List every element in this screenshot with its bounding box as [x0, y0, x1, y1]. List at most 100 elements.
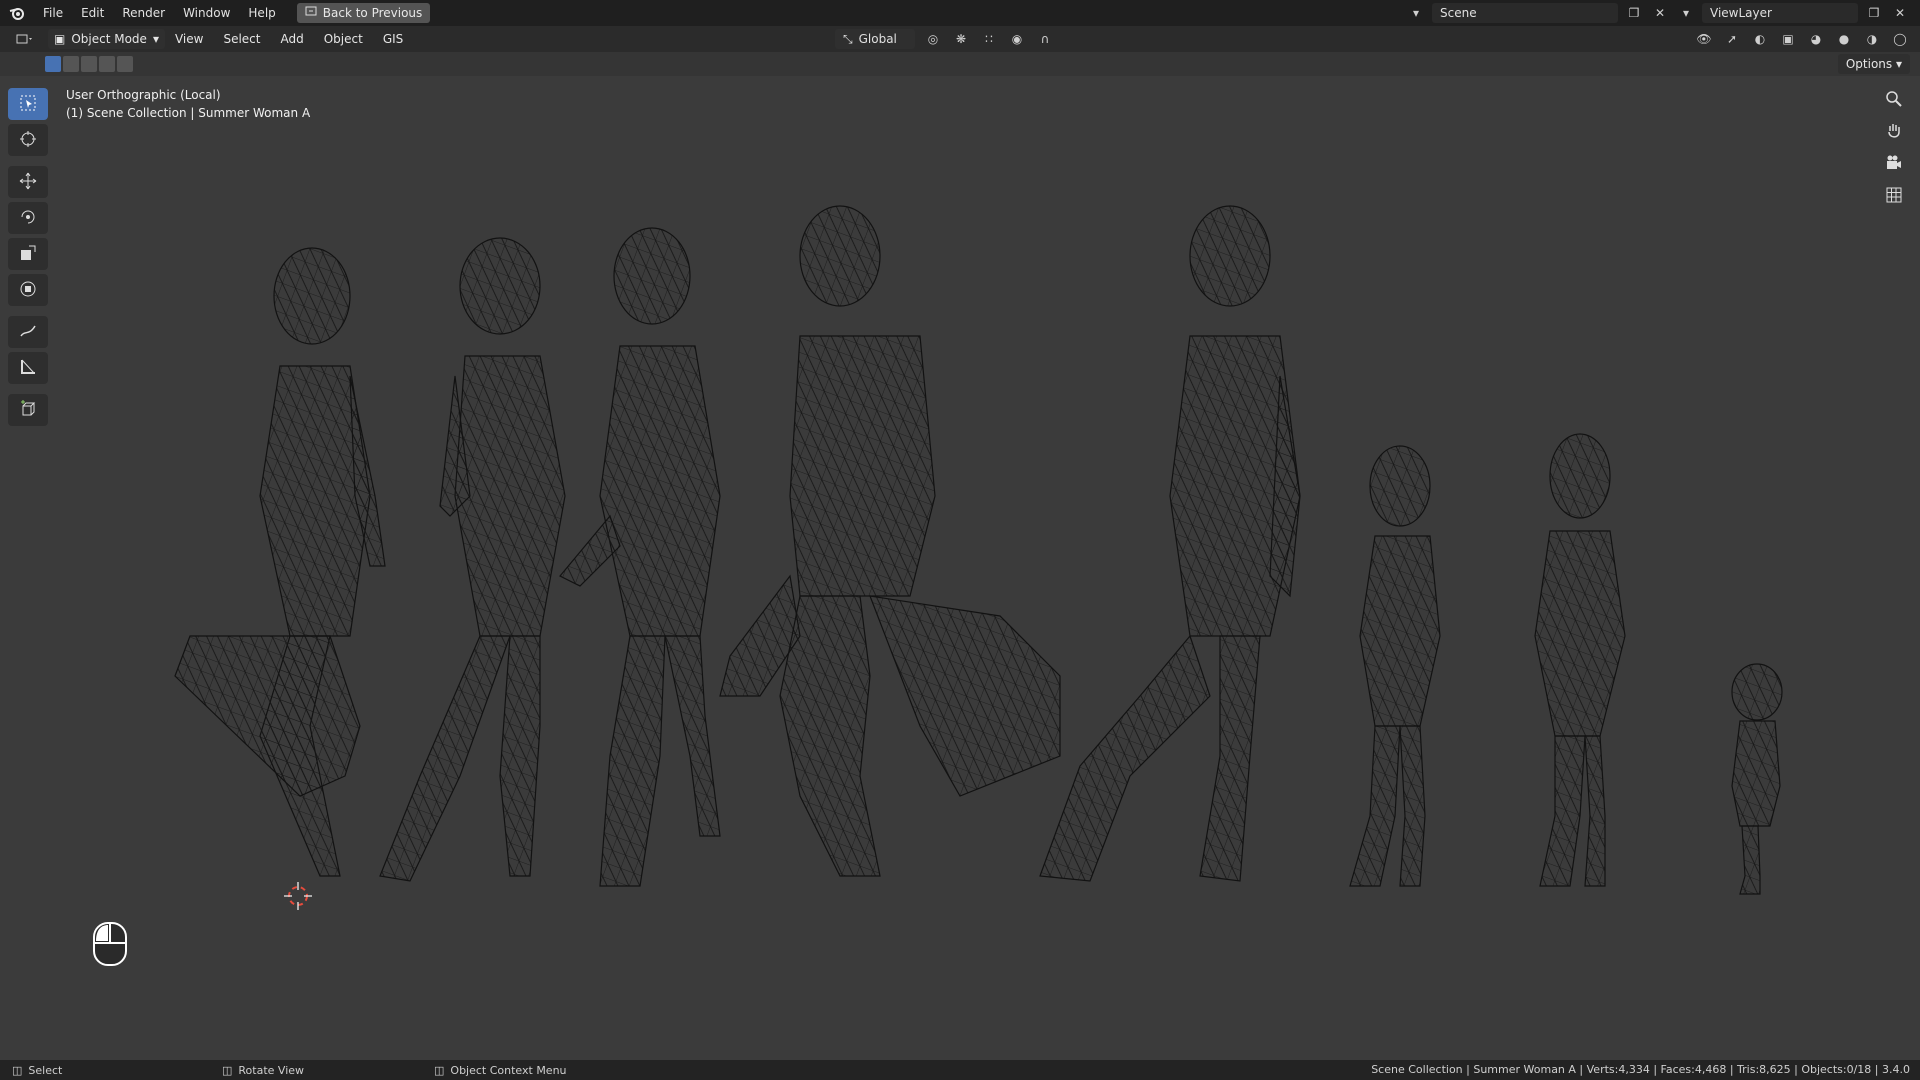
grid-icon[interactable] [1880, 182, 1908, 208]
annotate-tool[interactable] [8, 316, 48, 348]
crosshair-icon [19, 130, 37, 151]
menu-object[interactable]: Object [314, 32, 373, 46]
scale-icon [19, 244, 37, 265]
viewlayer-new-icon[interactable]: ❐ [1864, 3, 1884, 23]
proportional-editing-icon[interactable]: ◉ [1007, 29, 1027, 49]
menu-file[interactable]: File [34, 0, 72, 26]
hint-rotate-label: Rotate View [238, 1063, 305, 1077]
viewlayer-close-icon[interactable]: ✕ [1890, 3, 1910, 23]
scene-close-icon[interactable]: ✕ [1650, 3, 1670, 23]
falloff-icon[interactable]: ∩ [1035, 29, 1055, 49]
select-invert-icon[interactable] [99, 56, 115, 72]
mouse-right-icon: ◫ [434, 1063, 445, 1077]
menu-window[interactable]: Window [174, 0, 239, 26]
rotate-icon [19, 208, 37, 229]
figure-6[interactable] [1349, 445, 1441, 887]
move-icon [19, 172, 37, 193]
hint-rotate: ◫ Rotate View [222, 1064, 304, 1077]
select-intersect-icon[interactable] [117, 56, 133, 72]
hint-select-label: Select [28, 1063, 63, 1077]
menu-gis[interactable]: GIS [373, 32, 413, 46]
scene-name-field[interactable]: Scene [1432, 3, 1618, 23]
mouse-icon [92, 921, 128, 967]
back-to-previous-label: Back to Previous [322, 6, 423, 20]
chevron-down-icon: ▾ [152, 32, 159, 46]
camera-icon[interactable] [1880, 150, 1908, 176]
menu-view[interactable]: View [165, 32, 213, 46]
figure-8[interactable] [1731, 663, 1783, 895]
add-cube-tool[interactable] [8, 394, 48, 426]
3d-viewport[interactable]: User Orthographic (Local) (1) Scene Coll… [0, 76, 1920, 1060]
figure-3[interactable] [559, 227, 721, 887]
figure-2[interactable] [379, 237, 566, 882]
hint-select: ◫ Select [12, 1064, 62, 1077]
material-shading-icon[interactable]: ◑ [1862, 29, 1882, 49]
ruler-icon [19, 358, 37, 379]
viewport-toolbar [8, 88, 48, 426]
snap-grid-icon[interactable]: ∷ [979, 29, 999, 49]
select-box-tool[interactable] [8, 88, 48, 120]
rendered-shading-icon[interactable]: ◯ [1890, 29, 1910, 49]
options-label: Options [1845, 57, 1893, 71]
snap-toggle-icon[interactable]: ❋ [951, 29, 971, 49]
pencil-icon [19, 322, 37, 343]
cursor-arrow-icon [19, 94, 37, 115]
menu-edit[interactable]: Edit [72, 0, 113, 26]
menu-add[interactable]: Add [270, 32, 313, 46]
status-bar: ◫ Select ◫ Rotate View ◫ Object Context … [0, 1060, 1920, 1080]
editor-type-icon[interactable] [10, 29, 40, 49]
viewport-right-tools: 👁 ➚ ◐ ▣ ◕ ● ◑ ◯ [1694, 29, 1910, 49]
solid-shading-icon[interactable]: ● [1834, 29, 1854, 49]
options-dropdown[interactable]: Options ▾ [1837, 54, 1910, 74]
rotate-tool[interactable] [8, 202, 48, 234]
menu-render[interactable]: Render [113, 0, 174, 26]
figure-5[interactable] [1039, 205, 1301, 882]
viewlayer-selector-icon[interactable]: ▾ [1676, 3, 1696, 23]
transform-tool[interactable] [8, 274, 48, 306]
viewlayer-name-label: ViewLayer [1710, 6, 1772, 20]
cursor-tool[interactable] [8, 124, 48, 156]
xray-icon[interactable]: ▣ [1778, 29, 1798, 49]
topbar-right: ▾ Scene ❐ ✕ ▾ ViewLayer ❐ ✕ [1406, 0, 1920, 26]
menu-select[interactable]: Select [213, 32, 270, 46]
visibility-icon[interactable]: 👁 [1694, 29, 1714, 49]
transform-tools: ⤡ Global ◎ ❋ ∷ ◉ ∩ [835, 29, 1055, 49]
tool-settings-strip: Options ▾ [0, 52, 1920, 76]
transform-orientation-dropdown[interactable]: ⤡ Global [835, 29, 915, 49]
gizmo-icon[interactable]: ➚ [1722, 29, 1742, 49]
top-menu-bar: File Edit Render Window Help Back to Pre… [0, 0, 1920, 26]
figure-1[interactable] [174, 247, 386, 877]
object-mode-dropdown[interactable]: ▣ Object Mode ▾ [48, 29, 165, 49]
figure-7[interactable] [1534, 433, 1626, 887]
select-extend-icon[interactable] [63, 56, 79, 72]
figure-4[interactable] [719, 205, 1061, 877]
scene-new-icon[interactable]: ❐ [1624, 3, 1644, 23]
back-to-previous-button[interactable]: Back to Previous [296, 3, 431, 23]
pan-hand-icon[interactable] [1880, 118, 1908, 144]
select-new-icon[interactable] [45, 56, 61, 72]
wireframe-shading-icon[interactable]: ◕ [1806, 29, 1826, 49]
orientation-icon: ⤡ [843, 31, 853, 46]
scene-selector-icon[interactable]: ▾ [1406, 3, 1426, 23]
scene-name-label: Scene [1440, 6, 1477, 20]
zoom-icon[interactable] [1880, 86, 1908, 112]
measure-tool[interactable] [8, 352, 48, 384]
select-subtract-icon[interactable] [81, 56, 97, 72]
mouse-middle-icon: ◫ [222, 1063, 233, 1077]
blender-logo-icon[interactable] [6, 2, 28, 24]
pivot-point-icon[interactable]: ◎ [923, 29, 943, 49]
viewlayer-name-field[interactable]: ViewLayer [1702, 3, 1858, 23]
overlay-icon[interactable]: ◐ [1750, 29, 1770, 49]
3d-cursor-icon[interactable] [284, 882, 312, 910]
move-tool[interactable] [8, 166, 48, 198]
object-mode-label: Object Mode [71, 32, 147, 46]
mouse-left-icon: ◫ [12, 1063, 23, 1077]
viewport-header: ▣ Object Mode ▾ View Select Add Object G… [0, 26, 1920, 52]
scale-tool[interactable] [8, 238, 48, 270]
object-mode-icon: ▣ [54, 32, 66, 46]
menu-help[interactable]: Help [239, 0, 284, 26]
view-name: User Orthographic (Local) [66, 88, 221, 102]
navigation-gizmos [1880, 86, 1908, 208]
scene-statistics: Scene Collection | Summer Woman A | Vert… [1371, 1063, 1910, 1076]
collection-label: (1) Scene Collection | Summer Woman A [66, 106, 311, 120]
